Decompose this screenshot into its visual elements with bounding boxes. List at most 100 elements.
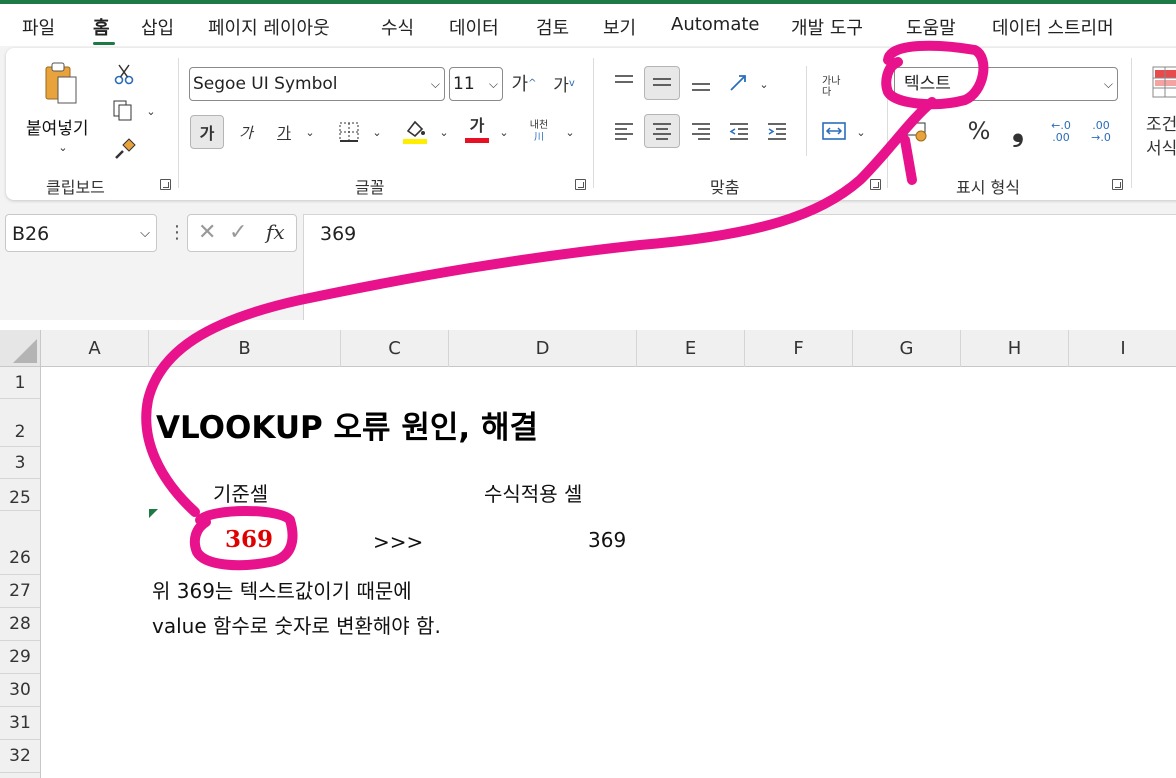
conditional-formatting-label-1[interactable]: 조건 <box>1146 110 1176 135</box>
cell-d26[interactable]: 369 <box>588 528 626 552</box>
phonetic-guide-icon[interactable]: 내천 川 <box>522 116 556 148</box>
font-size-combo[interactable]: 11 ⌵ <box>449 67 503 101</box>
number-launcher-icon[interactable] <box>1112 179 1123 190</box>
increase-indent-icon[interactable] <box>762 116 792 146</box>
cell-c26[interactable]: >>> <box>373 530 423 554</box>
row-header-26[interactable]: 26 <box>0 511 40 575</box>
row-header-25[interactable]: 25 <box>0 479 40 511</box>
row-header-29[interactable]: 29 <box>0 641 40 674</box>
accounting-format-icon[interactable] <box>902 116 932 146</box>
paste-label[interactable]: 붙여넣기 <box>26 114 89 139</box>
row-header-1[interactable]: 1 <box>0 367 40 399</box>
tab-file[interactable]: 파일 <box>22 14 55 40</box>
column-header-a[interactable]: A <box>41 330 149 367</box>
tab-help[interactable]: 도움말 <box>906 14 956 40</box>
tab-home[interactable]: 홈 <box>93 14 110 40</box>
font-color-icon[interactable]: 가 <box>462 114 492 146</box>
merge-dropdown-icon[interactable]: ⌄ <box>855 124 867 140</box>
tab-view[interactable]: 보기 <box>603 14 636 40</box>
fill-color-icon[interactable] <box>400 116 430 146</box>
column-header-b[interactable]: B <box>149 330 341 367</box>
enter-icon[interactable]: ✓ <box>229 220 247 245</box>
font-color-dropdown-icon[interactable]: ⌄ <box>498 124 510 140</box>
column-header-h[interactable]: H <box>961 330 1069 367</box>
tab-data-streamer[interactable]: 데이터 스트리머 <box>992 14 1114 40</box>
number-format-combo[interactable]: 텍스트 ⌵ <box>894 67 1118 101</box>
tab-page-layout[interactable]: 페이지 레이아웃 <box>208 14 330 40</box>
percent-style-icon[interactable]: % <box>964 116 994 146</box>
row-header-32[interactable]: 32 <box>0 740 40 773</box>
insert-function-icon[interactable]: fx <box>266 220 285 244</box>
tab-review[interactable]: 검토 <box>536 14 569 40</box>
group-separator <box>1131 58 1132 188</box>
row-header-2[interactable]: 2 <box>0 399 40 447</box>
chevron-down-icon[interactable]: ⌵ <box>140 215 150 253</box>
tab-automate[interactable]: Automate <box>671 14 760 35</box>
orientation-dropdown-icon[interactable]: ⌄ <box>758 76 770 92</box>
align-bottom-icon[interactable] <box>686 68 716 98</box>
column-header-i[interactable]: I <box>1069 330 1176 367</box>
font-name-combo[interactable]: Segoe UI Symbol ⌵ <box>189 67 445 101</box>
orientation-icon[interactable] <box>724 68 754 98</box>
align-top-icon[interactable] <box>609 68 639 98</box>
cell-b26[interactable]: 369 <box>225 526 273 553</box>
comma-style-icon[interactable]: ❟ <box>1004 113 1032 148</box>
row-header-3[interactable]: 3 <box>0 447 40 479</box>
copy-dropdown-icon[interactable]: ⌄ <box>145 104 157 118</box>
tab-insert[interactable]: 삽입 <box>141 14 174 40</box>
decrease-indent-icon[interactable] <box>724 116 754 146</box>
conditional-formatting-icon[interactable] <box>1150 64 1176 100</box>
cancel-icon[interactable]: ✕ <box>198 220 216 245</box>
row-header-31[interactable]: 31 <box>0 707 40 740</box>
cell-b28[interactable]: value 함수로 숫자로 변환해야 함. <box>152 610 441 639</box>
alignment-launcher-icon[interactable] <box>870 179 881 190</box>
format-painter-icon[interactable] <box>112 136 138 162</box>
font-launcher-icon[interactable] <box>575 179 586 190</box>
align-middle-icon[interactable] <box>644 66 680 100</box>
paste-icon[interactable] <box>38 60 82 108</box>
italic-button[interactable]: 가 <box>232 118 260 146</box>
align-center-icon[interactable] <box>644 114 680 148</box>
formula-bar-splitter-icon[interactable]: ⋮ <box>168 222 186 243</box>
sheet-title-cell[interactable]: VLOOKUP 오류 원인, 해결 <box>156 402 538 447</box>
tab-formulas[interactable]: 수식 <box>381 14 414 40</box>
borders-icon[interactable] <box>336 118 362 146</box>
borders-dropdown-icon[interactable]: ⌄ <box>371 124 383 140</box>
row-header-27[interactable]: 27 <box>0 575 40 608</box>
shrink-font-icon[interactable]: 가v <box>550 70 578 96</box>
name-box[interactable]: B26 ⌵ <box>5 214 157 252</box>
underline-dropdown-icon[interactable]: ⌄ <box>304 124 316 140</box>
tab-data[interactable]: 데이터 <box>449 14 499 40</box>
cell-d25[interactable]: 수식적용 셀 <box>484 478 582 507</box>
align-right-icon[interactable] <box>686 116 716 146</box>
increase-decimal-icon[interactable]: ←.0 .00 <box>1044 116 1078 148</box>
cut-icon[interactable] <box>112 62 136 86</box>
cell-b27[interactable]: 위 369는 텍스트값이기 때문에 <box>152 575 412 604</box>
clipboard-launcher-icon[interactable] <box>160 179 171 190</box>
paste-dropdown-icon[interactable]: ⌄ <box>56 140 70 154</box>
fill-color-dropdown-icon[interactable]: ⌄ <box>438 124 450 140</box>
row-header-28[interactable]: 28 <box>0 608 40 641</box>
column-header-d[interactable]: D <box>449 330 637 367</box>
group-separator <box>178 58 179 188</box>
column-header-f[interactable]: F <box>745 330 853 367</box>
column-header-e[interactable]: E <box>637 330 745 367</box>
phonetic-dropdown-icon[interactable]: ⌄ <box>564 124 576 140</box>
cell-b25[interactable]: 기준셀 <box>213 478 268 507</box>
select-all-button[interactable] <box>0 330 41 367</box>
bold-button[interactable]: 가 <box>190 115 224 149</box>
decrease-decimal-icon[interactable]: .00 →.0 <box>1084 116 1118 148</box>
merge-center-icon[interactable] <box>818 116 850 146</box>
wrap-text-icon[interactable]: 가나다 <box>818 70 848 104</box>
error-indicator-icon[interactable] <box>149 509 158 518</box>
row-header-30[interactable]: 30 <box>0 674 40 707</box>
tab-developer[interactable]: 개발 도구 <box>791 14 863 40</box>
copy-icon[interactable] <box>110 98 136 122</box>
grow-font-icon[interactable]: 가 ^ <box>510 70 538 96</box>
formula-input[interactable]: 369 <box>303 214 1176 320</box>
column-header-c[interactable]: C <box>341 330 449 367</box>
align-left-icon[interactable] <box>609 116 639 146</box>
underline-button[interactable]: 가 <box>270 118 298 146</box>
column-header-g[interactable]: G <box>853 330 961 367</box>
conditional-formatting-label-2[interactable]: 서식 <box>1146 134 1176 159</box>
